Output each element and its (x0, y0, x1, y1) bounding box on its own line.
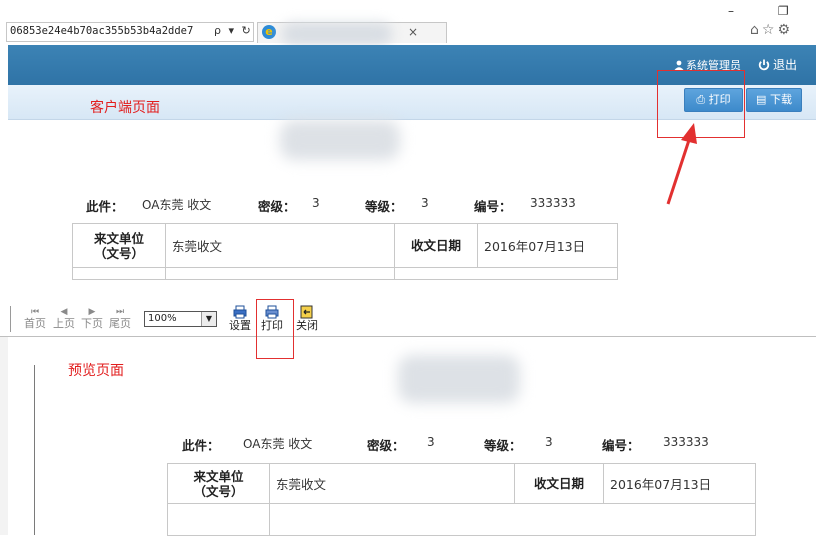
address-text[interactable]: 06853e24e4b70ac355b53b4a2dde7 (10, 25, 193, 37)
power-icon (758, 59, 770, 71)
document-icon: ▤ (756, 93, 767, 106)
this-item-value-preview: OA东莞 收文 (243, 437, 313, 451)
next-page-button[interactable]: ▶ 下页 (79, 306, 105, 330)
sender-value: 东莞收文 (165, 223, 395, 268)
secret-level-value: 3 (312, 196, 320, 210)
this-item-label-preview: 此件： (182, 438, 220, 453)
blurred-title-preview (398, 355, 520, 403)
secret-level-label-preview: 密级： (367, 438, 405, 453)
receive-date-label: 收文日期 (394, 223, 478, 268)
number-label-preview: 编号： (602, 438, 640, 453)
tab-close-icon[interactable]: × (408, 25, 418, 39)
logout-button[interactable]: 退出 (758, 56, 797, 73)
address-bar-icons[interactable]: ρ ▾ ↻ (214, 24, 253, 37)
preview-page-edge (34, 365, 35, 535)
browser-tab[interactable]: e × (257, 22, 447, 45)
document-table: 来文单位 （文号） 东莞收文 收文日期 2016年07月13日 (72, 223, 618, 280)
blurred-title (280, 120, 400, 160)
logout-label: 退出 (773, 58, 798, 72)
number-label: 编号： (474, 199, 512, 214)
address-bar[interactable]: 06853e24e4b70ac355b53b4a2dde7 ρ ▾ ↻ (6, 22, 254, 42)
sender-value-preview: 东莞收文 (269, 463, 515, 504)
grade-label: 等级： (365, 199, 403, 214)
number-value: 333333 (530, 196, 576, 210)
settings-printer-icon (227, 305, 253, 320)
toolbar-separator (6, 306, 11, 332)
receive-date-label-preview: 收文日期 (514, 463, 604, 504)
browser-toolbar: 06853e24e4b70ac355b53b4a2dde7 ρ ▾ ↻ e × … (0, 0, 816, 45)
grade-value: 3 (421, 196, 429, 210)
first-page-button[interactable]: ⏮ 首页 (22, 306, 48, 330)
grade-label-preview: 等级： (484, 438, 522, 453)
close-button[interactable]: 关闭 (294, 305, 320, 332)
number-value-preview: 333333 (663, 435, 709, 449)
secret-level-value-preview: 3 (427, 435, 435, 449)
annotation-arrow (666, 123, 697, 205)
preview-margin (0, 337, 8, 535)
receive-date-value: 2016年07月13日 (477, 223, 618, 268)
document-table-preview: 来文单位 （文号） 东莞收文 收文日期 2016年07月13日 (167, 463, 756, 536)
preview-page-annotation: 预览页面 (68, 363, 124, 379)
download-button[interactable]: ▤ 下载 (746, 88, 802, 112)
preview-toolbar-divider (0, 336, 816, 337)
ie-icon: e (262, 25, 276, 39)
this-item-value: OA东莞 收文 (142, 198, 212, 212)
download-button-label: 下载 (769, 93, 792, 106)
window-controls[interactable]: – ❐ (728, 4, 809, 18)
home-favorites-settings-icons[interactable]: ⌂☆⚙ (750, 22, 793, 38)
this-item-label: 此件： (86, 199, 124, 214)
sender-label: 来文单位 （文号） (72, 223, 166, 268)
settings-button[interactable]: 设置 (227, 305, 253, 332)
last-page-button[interactable]: ⏭ 尾页 (107, 306, 133, 330)
exit-icon (294, 305, 320, 320)
prev-page-button[interactable]: ◀ 上页 (51, 306, 77, 330)
preview-print-highlight-box (256, 299, 294, 359)
user-icon (674, 60, 684, 70)
receive-date-value-preview: 2016年07月13日 (603, 463, 756, 504)
grade-value-preview: 3 (545, 435, 553, 449)
chevron-down-icon[interactable]: ▼ (201, 312, 216, 326)
zoom-select[interactable]: 100% ▼ (144, 311, 217, 327)
zoom-value: 100% (148, 313, 177, 324)
client-page-annotation: 客户端页面 (90, 100, 160, 116)
secret-level-label: 密级： (258, 199, 296, 214)
tab-title-blurred (282, 23, 392, 45)
sender-label-preview: 来文单位 （文号） (167, 463, 270, 504)
